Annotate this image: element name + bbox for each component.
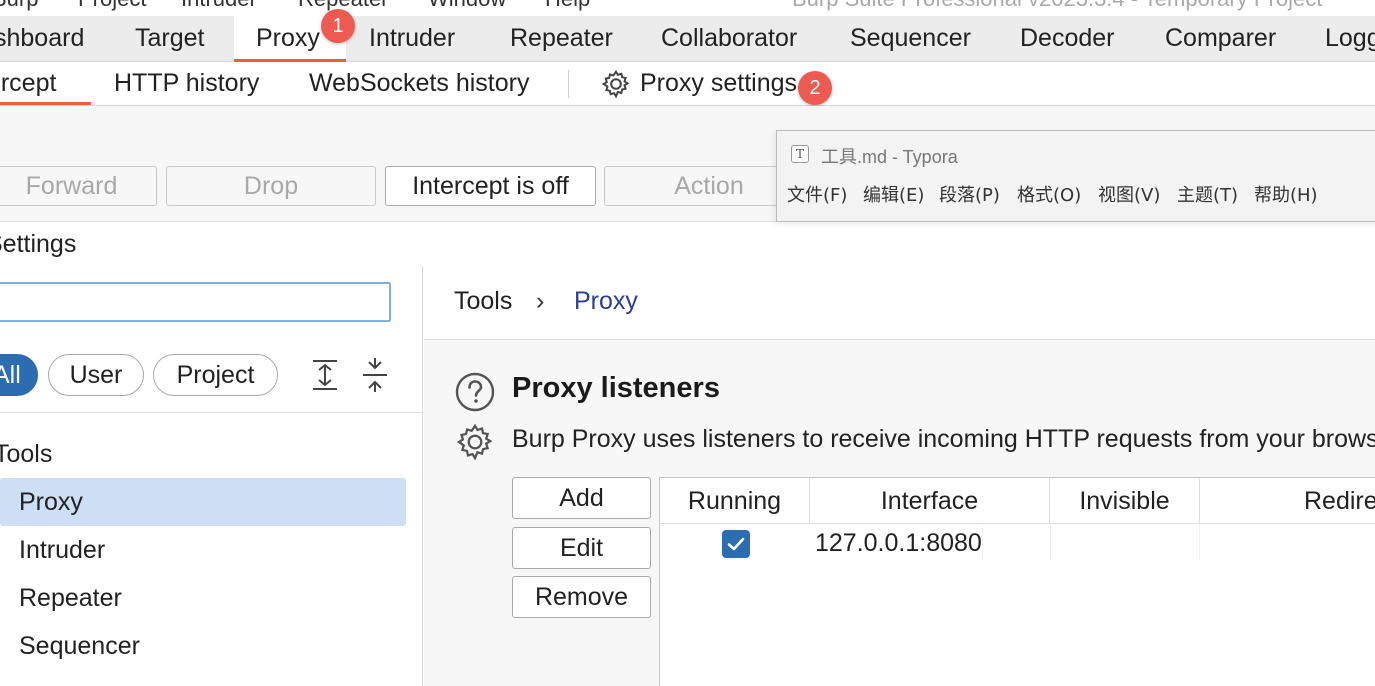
section-title: Proxy listeners xyxy=(512,372,720,404)
menu-bar: Burp Project Intruder Repeater Window He… xyxy=(0,0,1375,16)
breadcrumb: Tools › Proxy xyxy=(424,266,1375,340)
filter-user-button[interactable]: User xyxy=(48,354,144,396)
tab-intercept[interactable]: tercept xyxy=(0,62,91,105)
invisible-cell xyxy=(1050,525,1200,561)
expand-all-icon[interactable] xyxy=(310,358,340,392)
tree-group-tools[interactable]: Tools xyxy=(0,440,52,469)
breadcrumb-proxy: Proxy xyxy=(574,287,638,315)
column-header-invisible[interactable]: Invisible xyxy=(1050,478,1200,524)
redirect-cell xyxy=(1200,525,1375,561)
menu-window[interactable]: Window xyxy=(428,0,506,12)
typora-menu-view[interactable]: 视图(V) xyxy=(1098,181,1160,207)
add-listener-button[interactable]: Add xyxy=(512,477,651,519)
tab-target[interactable]: Target xyxy=(135,16,204,62)
interface-cell: 127.0.0.1:8080 xyxy=(815,525,983,561)
typora-menu-edit[interactable]: 编辑(E) xyxy=(863,181,924,207)
menu-burp[interactable]: Burp xyxy=(0,0,38,12)
tab-decoder[interactable]: Decoder xyxy=(1020,16,1115,62)
typora-logo: T xyxy=(791,145,809,163)
left-panel-divider xyxy=(0,412,423,413)
menu-project[interactable]: Project xyxy=(78,0,146,12)
collapse-all-icon[interactable] xyxy=(360,358,390,392)
listeners-table: Running Interface Invisible Redirect 127… xyxy=(659,477,1375,686)
checkmark-icon xyxy=(727,537,745,551)
column-header-redirect[interactable]: Redirect xyxy=(1200,478,1375,524)
typora-menu-file[interactable]: 文件(F) xyxy=(787,181,847,207)
tab-collaborator[interactable]: Collaborator xyxy=(661,16,797,62)
tab-http-history[interactable]: HTTP history xyxy=(114,62,259,105)
edit-listener-button[interactable]: Edit xyxy=(512,527,651,569)
column-header-interface[interactable]: Interface xyxy=(810,478,1050,524)
proxy-settings-label: Proxy settings xyxy=(640,69,798,97)
typora-menu-theme[interactable]: 主题(T) xyxy=(1177,181,1238,207)
tree-item-intruder[interactable]: Intruder xyxy=(0,526,406,574)
intercept-toggle-button[interactable]: Intercept is off xyxy=(385,166,596,206)
menu-intruder[interactable]: Intruder xyxy=(181,0,257,12)
running-checkbox[interactable] xyxy=(722,530,750,558)
tree-item-repeater[interactable]: Repeater xyxy=(0,574,406,622)
tree-item-proxy[interactable]: Proxy xyxy=(0,478,406,526)
settings-title: Settings xyxy=(0,230,77,258)
typora-menu-format[interactable]: 格式(O) xyxy=(1017,181,1081,207)
tab-dashboard[interactable]: shboard xyxy=(0,16,84,62)
window-title: Burp Suite Professional v2023.3.4 - Temp… xyxy=(792,0,1322,12)
proxy-sub-tab-bar: tercept HTTP history WebSockets history … xyxy=(0,62,1375,106)
help-icon[interactable] xyxy=(454,371,496,413)
column-header-running[interactable]: Running xyxy=(660,478,810,524)
filter-project-button[interactable]: Project xyxy=(153,354,278,396)
tab-divider xyxy=(568,70,569,98)
section-description: Burp Proxy uses listeners to receive inc… xyxy=(512,425,1375,453)
step-badge-1: 1 xyxy=(321,9,355,43)
step-badge-2: 2 xyxy=(798,71,832,105)
forward-button[interactable]: Forward xyxy=(0,166,157,206)
typora-menu-paragraph[interactable]: 段落(P) xyxy=(939,181,1000,207)
tab-logger[interactable]: Logg xyxy=(1325,16,1375,62)
drop-button[interactable]: Drop xyxy=(166,166,376,206)
main-tab-bar: shboard Target Proxy Intruder Repeater C… xyxy=(0,16,1375,62)
settings-search-input[interactable] xyxy=(0,282,391,322)
tree-item-sequencer[interactable]: Sequencer xyxy=(0,622,406,670)
tab-repeater[interactable]: Repeater xyxy=(510,16,613,62)
filter-all-button[interactable]: All xyxy=(0,354,38,396)
remove-listener-button[interactable]: Remove xyxy=(512,576,651,618)
typora-title: 工具.md - Typora xyxy=(821,147,958,167)
settings-left-panel: All User Project Tools Proxy Intruder Re… xyxy=(0,266,423,686)
typora-menu-help[interactable]: 帮助(H) xyxy=(1254,181,1318,207)
breadcrumb-tools[interactable]: Tools xyxy=(454,287,512,316)
tab-comparer[interactable]: Comparer xyxy=(1165,16,1276,62)
breadcrumb-separator: › xyxy=(536,287,545,315)
tab-intruder[interactable]: Intruder xyxy=(369,16,455,62)
typora-window[interactable]: T 工具.md - Typora 文件(F) 编辑(E) 段落(P) 格式(O)… xyxy=(776,130,1375,222)
menu-help[interactable]: Help xyxy=(545,0,590,12)
tab-sequencer[interactable]: Sequencer xyxy=(850,16,971,62)
settings-gear-icon[interactable] xyxy=(454,421,496,463)
proxy-listeners-section: Proxy listeners Burp Proxy uses listener… xyxy=(424,341,1375,686)
gear-icon xyxy=(601,69,630,99)
tab-websockets-history[interactable]: WebSockets history xyxy=(309,62,529,105)
